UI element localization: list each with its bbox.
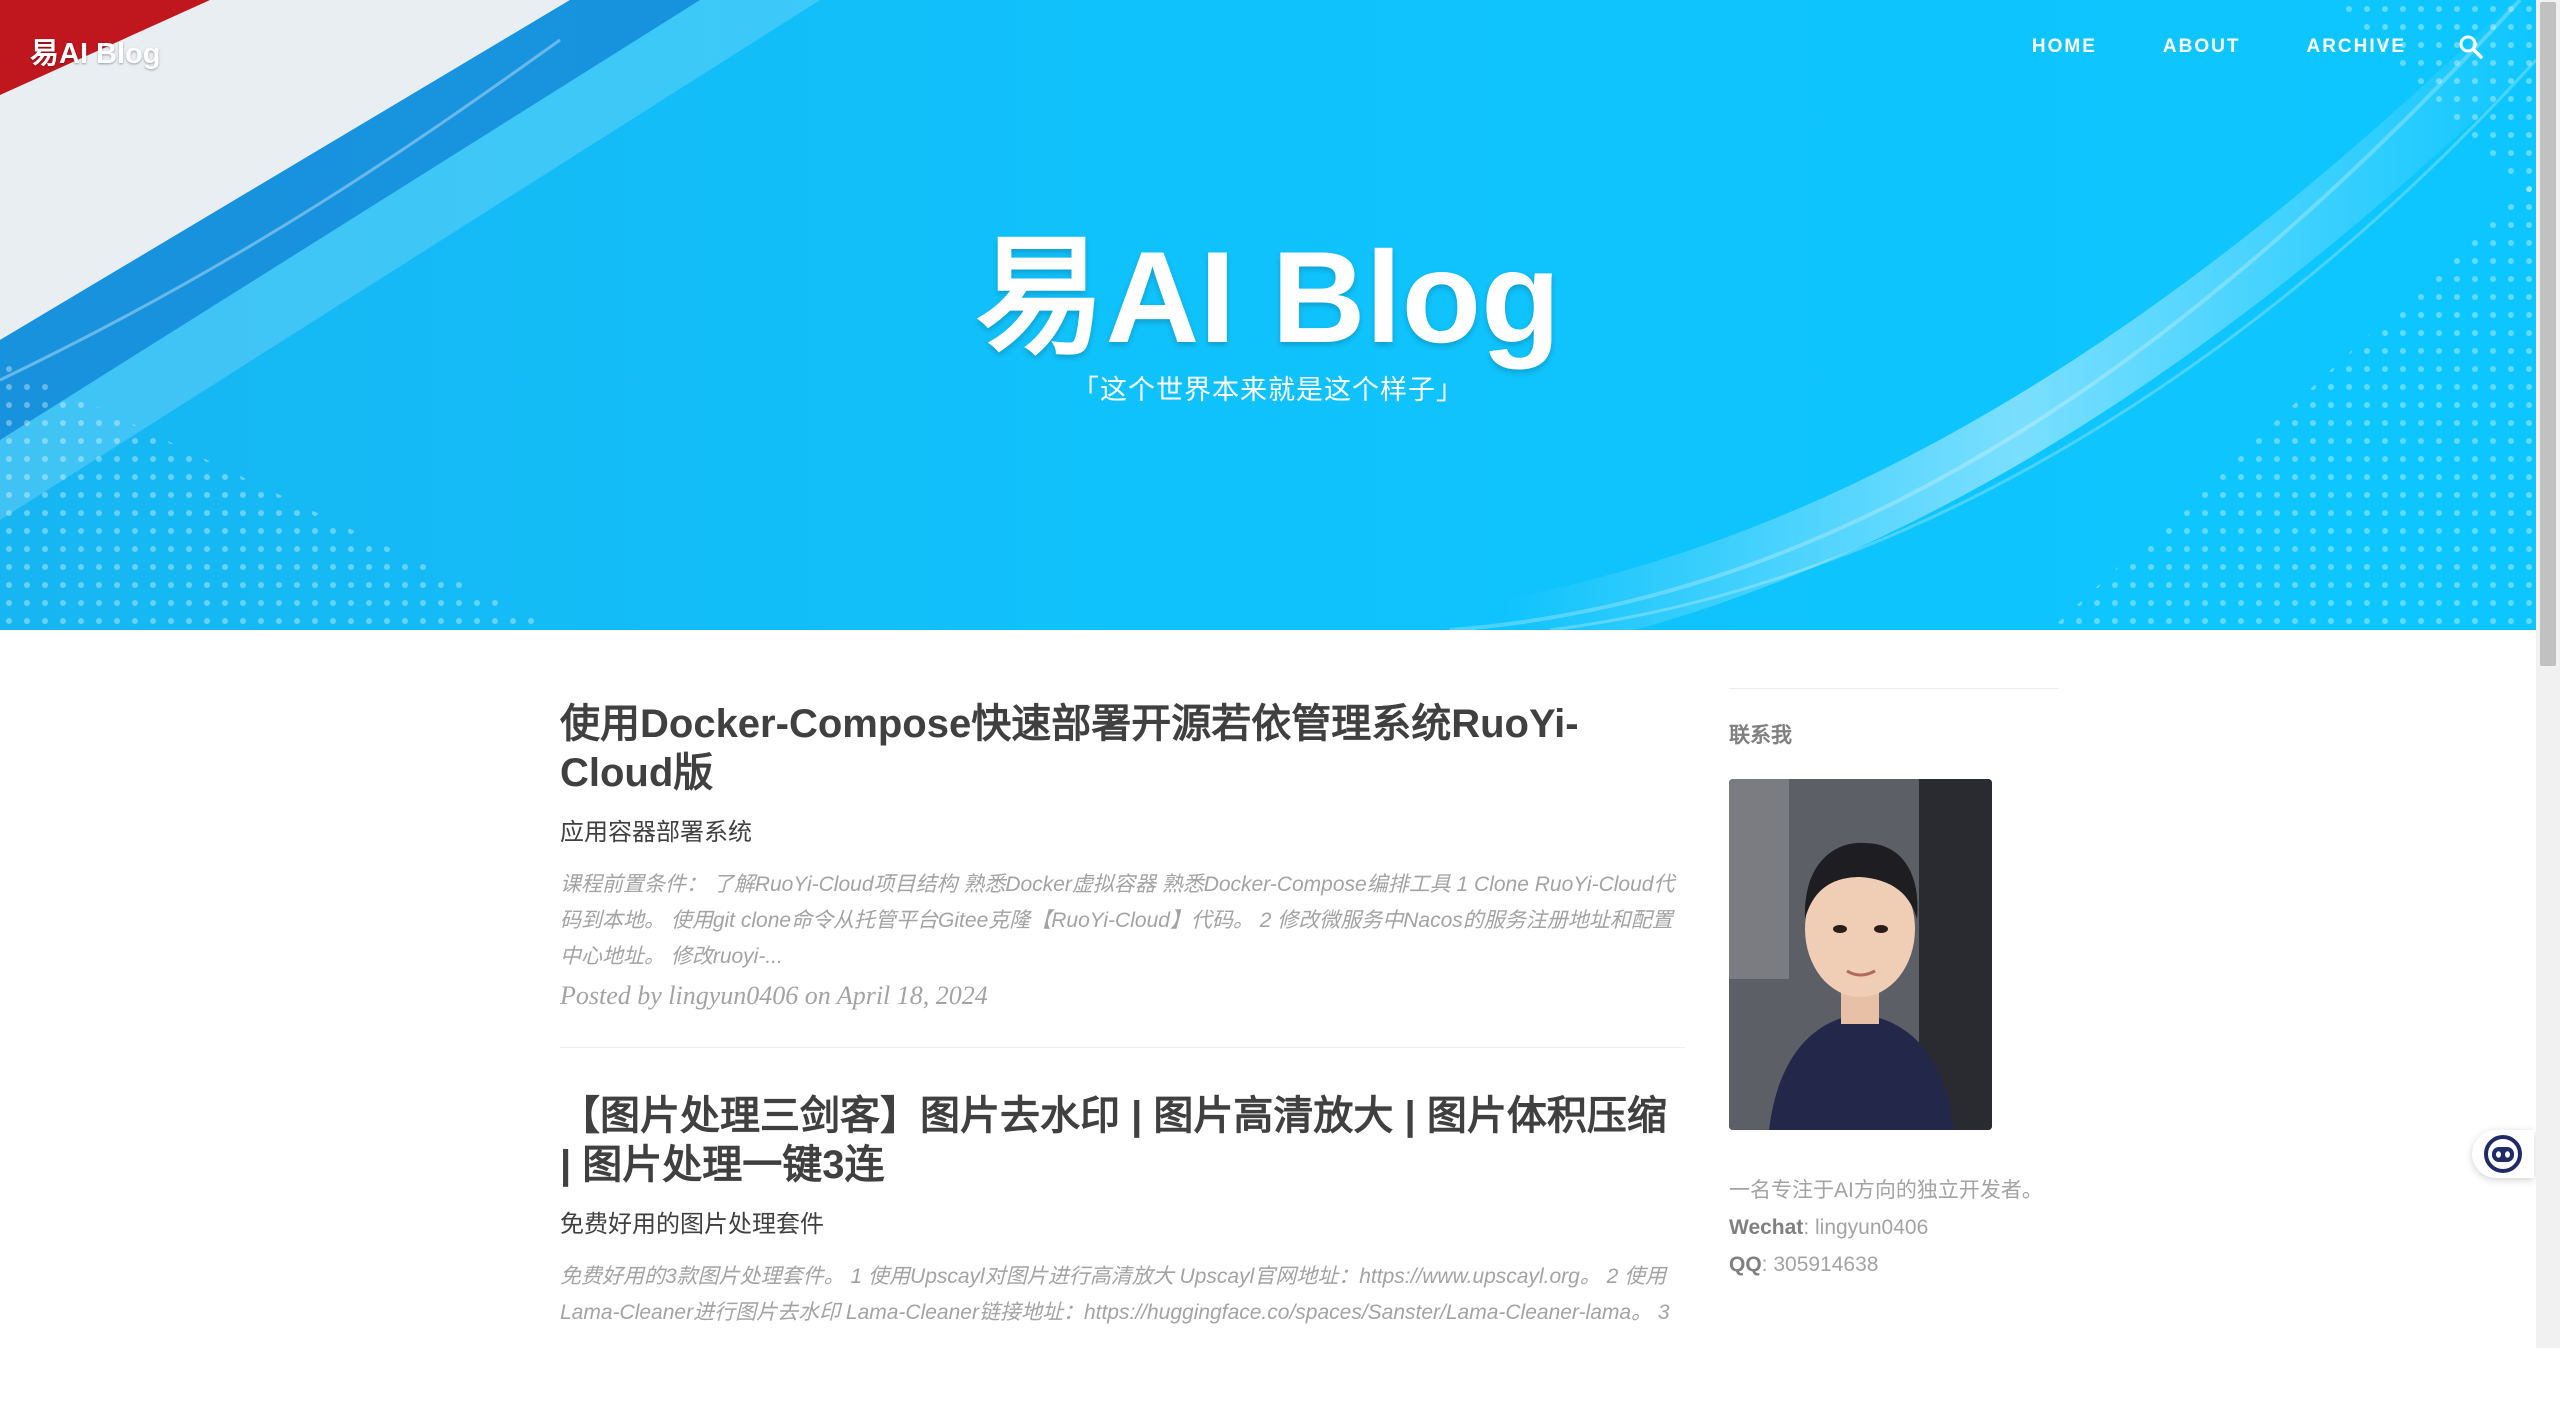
page-scrollbar[interactable]	[2536, 0, 2560, 1348]
qq-label: QQ	[1729, 1253, 1762, 1276]
post-list: 使用Docker-Compose快速部署开源若依管理系统RuoYi-Cloud版…	[560, 700, 1685, 1411]
site-title: 易AI Blog	[975, 224, 1561, 370]
wechat-label: Wechat	[1729, 1216, 1804, 1239]
chat-bot-button[interactable]	[2472, 1130, 2534, 1178]
nav-archive[interactable]: ARCHIVE	[2306, 36, 2406, 58]
hero-banner: 易AI Blog HOME ABOUT ARCHIVE 易AI Blog 「这个…	[0, 0, 2536, 630]
post-subtitle[interactable]: 应用容器部署系统	[560, 812, 1685, 847]
post-meta: Posted by lingyun0406 on April 18, 2024	[560, 981, 988, 1010]
post-excerpt[interactable]: 免费好用的3款图片处理套件。 1 使用Upscayl对图片进行高清放大 Upsc…	[560, 1259, 1685, 1331]
contact-qq: QQ: 305914638	[1729, 1246, 2059, 1283]
nav-about[interactable]: ABOUT	[2163, 36, 2241, 58]
contact-wechat: Wechat: lingyun0406	[1729, 1209, 2059, 1246]
search-icon[interactable]	[2458, 34, 2484, 60]
chat-bot-icon	[2484, 1135, 2522, 1173]
post-title[interactable]: 【图片处理三剑客】图片去水印 | 图片高清放大 | 图片体积压缩 | 图片处理一…	[560, 1092, 1685, 1190]
qq-value: : 305914638	[1761, 1253, 1879, 1276]
post-title[interactable]: 使用Docker-Compose快速部署开源若依管理系统RuoYi-Cloud版	[560, 700, 1685, 798]
nav-home[interactable]: HOME	[2032, 36, 2097, 58]
top-navigation: HOME ABOUT ARCHIVE	[1966, 34, 2484, 60]
site-subtitle: 「这个世界本来就是这个样子」	[1072, 375, 1464, 405]
contact-description: 一名专注于AI方向的独立开发者。	[1729, 1179, 2043, 1202]
scrollbar-thumb[interactable]	[2540, 2, 2556, 666]
avatar	[1729, 779, 1992, 1130]
contact-heading: 联系我	[1729, 724, 1792, 747]
wechat-value: : lingyun0406	[1803, 1216, 1929, 1239]
post-excerpt[interactable]: 课程前置条件： 了解RuoYi-Cloud项目结构 熟悉Docker虚拟容器 熟…	[560, 867, 1685, 975]
brand-logo-link[interactable]: 易AI Blog	[30, 30, 161, 72]
post-preview[interactable]: 使用Docker-Compose快速部署开源若依管理系统RuoYi-Cloud版…	[560, 700, 1685, 1048]
post-subtitle[interactable]: 免费好用的图片处理套件	[560, 1204, 1685, 1239]
post-preview[interactable]: 【图片处理三剑客】图片去水印 | 图片高清放大 | 图片体积压缩 | 图片处理一…	[560, 1092, 1685, 1367]
sidebar: 联系我 一名专注于AI方向的独立开发者。 Wechat: lingyun0406…	[1729, 688, 2059, 1283]
